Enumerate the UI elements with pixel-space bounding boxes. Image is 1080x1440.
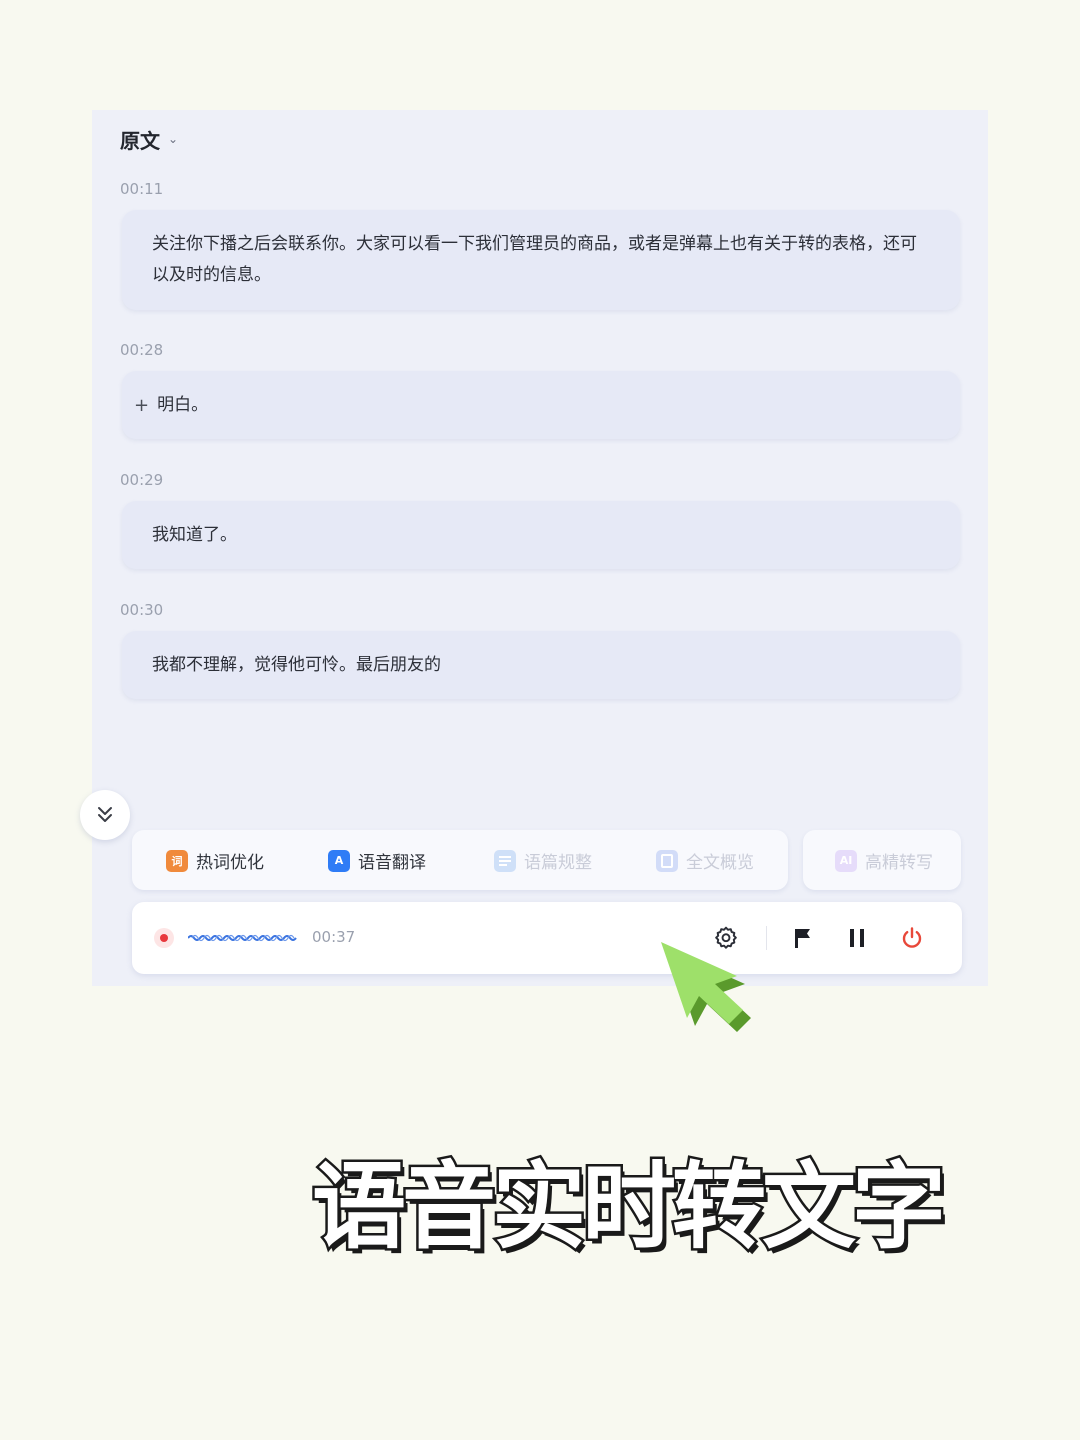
power-icon	[902, 927, 922, 948]
elapsed-time: 00:37	[312, 928, 356, 946]
promo-caption: 语音实时转文字	[310, 1151, 949, 1265]
pause-button[interactable]	[843, 924, 871, 952]
flag-icon	[795, 929, 810, 948]
pointer-cursor-icon	[661, 942, 751, 1032]
hotword-optimize-button[interactable]: 词 热词优化	[166, 848, 264, 873]
transcription-panel: 原文 ⌄ 00:11 关注你下播之后会联系你。大家可以看一下我们管理员的商品，或…	[80, 110, 988, 986]
segment-timestamp: 00:30	[120, 601, 164, 619]
tool-label: 语篇规整	[524, 853, 592, 873]
transcript-segment[interactable]: 我都不理解，觉得他可怜。最后朋友的	[122, 631, 960, 699]
view-mode-label: 原文	[120, 128, 160, 153]
chevron-down-icon: ⌄	[168, 132, 179, 146]
segment-text: 关注你下播之后会联系你。大家可以看一下我们管理员的商品，或者是弹幕上也有关于转的…	[152, 234, 917, 285]
translate-icon: A	[328, 849, 350, 872]
mark-button[interactable]	[789, 924, 817, 952]
tool-bar: 词 热词优化 A 语音翻译 语篇规整 全文概览	[132, 830, 788, 890]
transcript-segment[interactable]: + 明白。	[122, 371, 960, 439]
segment-text: 明白。	[157, 394, 209, 415]
segment-timestamp: 00:28	[120, 341, 164, 359]
ai-icon: AI	[835, 849, 857, 872]
toolbar-divider	[766, 926, 767, 950]
paragraph-icon	[494, 849, 516, 872]
recording-bar: 00:37	[132, 902, 962, 974]
transcript-segment[interactable]: 我知道了。	[122, 501, 960, 569]
transcript-segment[interactable]: 关注你下播之后会联系你。大家可以看一下我们管理员的商品，或者是弹幕上也有关于转的…	[122, 210, 960, 310]
tool-label: 全文概览	[686, 853, 754, 873]
premium-tool-bar: AI 高精转写	[803, 830, 961, 890]
stop-button[interactable]	[898, 924, 926, 952]
full-overview-button[interactable]: 全文概览	[656, 848, 754, 873]
segment-text: 我都不理解，觉得他可怜。最后朋友的	[152, 654, 441, 675]
voice-translate-button[interactable]: A 语音翻译	[328, 848, 426, 873]
waveform-icon	[188, 934, 297, 942]
tool-label: 高精转写	[865, 853, 933, 873]
segment-timestamp: 00:29	[120, 471, 164, 489]
add-icon[interactable]: +	[134, 390, 149, 421]
recording-indicator-icon	[154, 928, 174, 948]
segment-text: 我知道了。	[152, 524, 237, 545]
high-precision-button[interactable]: AI 高精转写	[835, 848, 933, 873]
overview-icon	[656, 849, 678, 872]
double-chevron-down-icon	[98, 807, 112, 822]
segment-timestamp: 00:11	[120, 180, 164, 198]
pause-icon	[850, 929, 864, 947]
view-mode-dropdown[interactable]: 原文 ⌄	[120, 124, 178, 154]
paragraph-tidy-button[interactable]: 语篇规整	[494, 848, 592, 873]
tool-label: 语音翻译	[358, 853, 426, 873]
collapse-button[interactable]	[80, 790, 130, 840]
tool-label: 热词优化	[196, 853, 264, 873]
hotword-icon: 词	[166, 849, 188, 872]
